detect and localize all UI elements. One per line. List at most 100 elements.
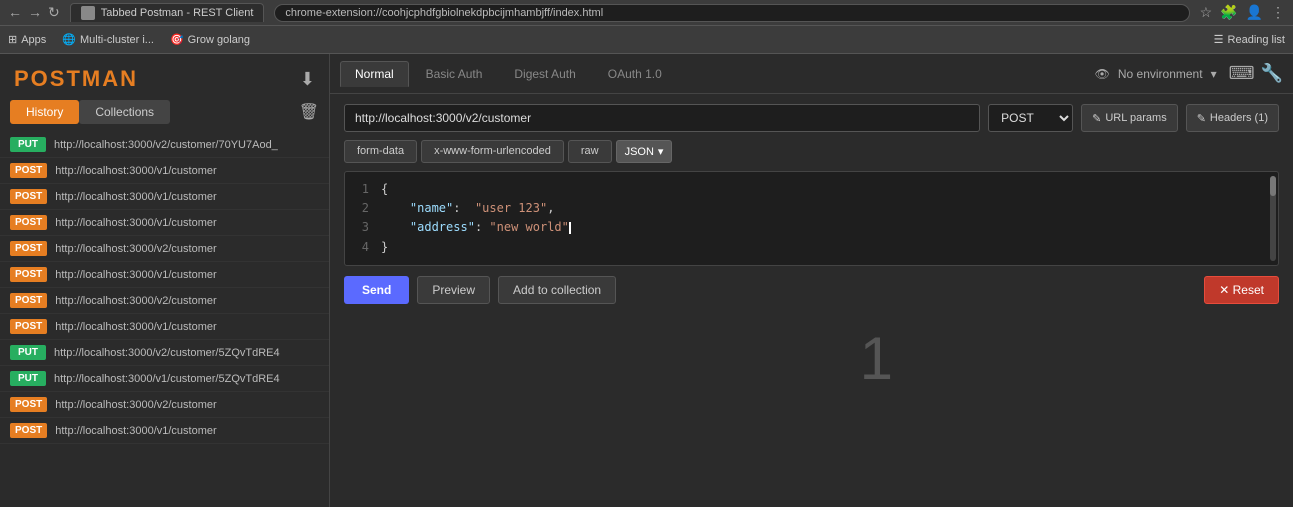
history-list: PUT http://localhost:3000/v2/customer/70… — [0, 132, 329, 507]
tab-basic-auth[interactable]: Basic Auth — [411, 61, 498, 87]
method-badge: POST — [10, 319, 47, 334]
tab-form-data[interactable]: form-data — [344, 140, 417, 163]
method-badge: POST — [10, 293, 47, 308]
history-url: http://localhost:3000/v1/customer — [55, 217, 216, 229]
list-item[interactable]: PUT http://localhost:3000/v2/customer/5Z… — [0, 340, 329, 366]
extension-icon[interactable]: 🧩 — [1220, 4, 1237, 21]
star-icon[interactable]: ☆ — [1200, 4, 1213, 21]
response-area: 1 — [330, 314, 1293, 507]
action-buttons: Send Preview Add to collection ✕ Reset — [344, 276, 1279, 304]
wrench-icon[interactable]: 🔧 — [1261, 63, 1283, 84]
headers-icon: ✎ — [1197, 112, 1206, 125]
postman-logo: POSTMAN — [14, 66, 138, 92]
list-item[interactable]: POST http://localhost:3000/v1/customer — [0, 184, 329, 210]
tab-json[interactable]: JSON ▾ — [616, 140, 673, 163]
list-item[interactable]: POST http://localhost:3000/v1/customer — [0, 210, 329, 236]
env-selector[interactable]: 👁 No environment ▾ — [1095, 67, 1217, 81]
body-tabs: form-data x-www-form-urlencoded raw JSON… — [344, 140, 1279, 163]
list-item[interactable]: PUT http://localhost:3000/v1/customer/5Z… — [0, 366, 329, 392]
editor-scrollbar-thumb — [1270, 176, 1276, 196]
env-chevron-icon: ▾ — [1211, 67, 1217, 81]
method-badge: POST — [10, 267, 47, 282]
editor-scrollbar[interactable] — [1270, 176, 1276, 261]
reading-list-icon: ☰ — [1214, 33, 1224, 46]
method-badge: POST — [10, 215, 47, 230]
code-body[interactable]: { "name": "user 123", "address": "new wo… — [381, 180, 1270, 257]
url-bar: POST GET PUT DELETE PATCH ✎ URL params ✎… — [344, 104, 1279, 132]
profile-icon[interactable]: 👤 — [1246, 4, 1263, 21]
history-url: http://localhost:3000/v2/customer/70YU7A… — [54, 139, 278, 151]
trash-icon[interactable]: 🗑 — [299, 102, 319, 122]
history-url: http://localhost:3000/v2/customer — [55, 399, 216, 411]
postman-logo-bar: POSTMAN ⬇ — [0, 54, 329, 100]
history-url: http://localhost:3000/v2/customer/5ZQvTd… — [54, 347, 280, 359]
bookmarks-bar: ⊞ Apps 🌐 Multi-cluster i... 🎯 Grow golan… — [0, 26, 1293, 54]
sidebar-tab-collections[interactable]: Collections — [79, 100, 170, 124]
bookmark-golang[interactable]: 🎯 Grow golang — [170, 33, 250, 46]
reading-list-label: Reading list — [1228, 34, 1285, 46]
bookmark-apps-label: Apps — [21, 34, 46, 46]
code-content: 1 2 3 4 { "name": "user 123", "address":… — [353, 180, 1270, 257]
tab-normal[interactable]: Normal — [340, 61, 409, 87]
url-params-button[interactable]: ✎ URL params — [1081, 104, 1178, 132]
eye-icon[interactable]: 👁 — [1095, 67, 1110, 81]
method-badge: POST — [10, 397, 47, 412]
chrome-titlebar: ← → ↻ Tabbed Postman - REST Client chrom… — [0, 0, 1293, 26]
tab-oauth1[interactable]: OAuth 1.0 — [593, 61, 677, 87]
main-content: Normal Basic Auth Digest Auth OAuth 1.0 … — [330, 54, 1293, 507]
url-params-label: URL params — [1105, 112, 1166, 124]
json-chevron-icon: ▾ — [658, 145, 664, 158]
method-badge: PUT — [10, 137, 46, 152]
bookmark-multicluster[interactable]: 🌐 Multi-cluster i... — [62, 33, 154, 46]
back-button[interactable]: ← — [8, 4, 22, 21]
browser-toolbar: ☆ 🧩 👤 ⋮ — [1200, 4, 1285, 21]
list-item[interactable]: POST http://localhost:3000/v1/customer — [0, 262, 329, 288]
list-item[interactable]: PUT http://localhost:3000/v2/customer/70… — [0, 132, 329, 158]
sidebar-tab-history[interactable]: History — [10, 100, 79, 124]
headers-button[interactable]: ✎ Headers (1) — [1186, 104, 1279, 132]
address-bar[interactable]: chrome-extension://coohjcphdfgbiolnekdpb… — [274, 4, 1189, 22]
app-container: POSTMAN ⬇ History Collections 🗑 PUT http… — [0, 54, 1293, 507]
reset-button[interactable]: ✕ Reset — [1204, 276, 1279, 304]
preview-button[interactable]: Preview — [417, 276, 490, 304]
forward-button[interactable]: → — [28, 4, 42, 21]
list-item[interactable]: POST http://localhost:3000/v1/customer — [0, 314, 329, 340]
method-badge: PUT — [10, 345, 46, 360]
add-collection-button[interactable]: Add to collection — [498, 276, 616, 304]
keyboard-icon[interactable]: ⌨ — [1229, 63, 1255, 84]
sidebar-tabs: History Collections 🗑 — [0, 100, 329, 132]
download-icon[interactable]: ⬇ — [300, 69, 315, 90]
browser-nav-icons: ← → ↻ — [8, 4, 60, 21]
tab-title: Tabbed Postman - REST Client — [101, 7, 254, 19]
params-icon: ✎ — [1092, 112, 1101, 125]
send-button[interactable]: Send — [344, 276, 409, 304]
history-url: http://localhost:3000/v1/customer — [55, 425, 216, 437]
bookmark-apps[interactable]: ⊞ Apps — [8, 33, 46, 46]
method-badge: PUT — [10, 371, 46, 386]
history-url: http://localhost:3000/v1/customer — [55, 321, 216, 333]
headers-label: Headers (1) — [1210, 112, 1268, 124]
list-item[interactable]: POST http://localhost:3000/v2/customer — [0, 288, 329, 314]
menu-icon[interactable]: ⋮ — [1271, 4, 1285, 21]
golang-icon: 🎯 — [170, 33, 184, 46]
apps-icon: ⊞ — [8, 33, 17, 46]
list-item[interactable]: POST http://localhost:3000/v1/customer — [0, 158, 329, 184]
browser-tab[interactable]: Tabbed Postman - REST Client — [70, 3, 265, 22]
code-editor[interactable]: 1 2 3 4 { "name": "user 123", "address":… — [344, 171, 1279, 266]
tab-url-encoded[interactable]: x-www-form-urlencoded — [421, 140, 564, 163]
tab-digest-auth[interactable]: Digest Auth — [499, 61, 590, 87]
list-item[interactable]: POST http://localhost:3000/v2/customer — [0, 236, 329, 262]
list-item[interactable]: POST http://localhost:3000/v2/customer — [0, 392, 329, 418]
response-number: 1 — [860, 324, 893, 393]
reading-list[interactable]: ☰ Reading list — [1214, 33, 1285, 46]
tab-raw[interactable]: raw — [568, 140, 612, 163]
sidebar: POSTMAN ⬇ History Collections 🗑 PUT http… — [0, 54, 330, 507]
method-badge: POST — [10, 189, 47, 204]
list-item[interactable]: POST http://localhost:3000/v1/customer — [0, 418, 329, 444]
reload-button[interactable]: ↻ — [48, 4, 60, 21]
method-select[interactable]: POST GET PUT DELETE PATCH — [988, 104, 1073, 132]
method-badge: POST — [10, 423, 47, 438]
multicluster-icon: 🌐 — [62, 33, 76, 46]
toolbar-icons: ⌨ 🔧 — [1229, 63, 1283, 84]
url-input[interactable] — [344, 104, 980, 132]
